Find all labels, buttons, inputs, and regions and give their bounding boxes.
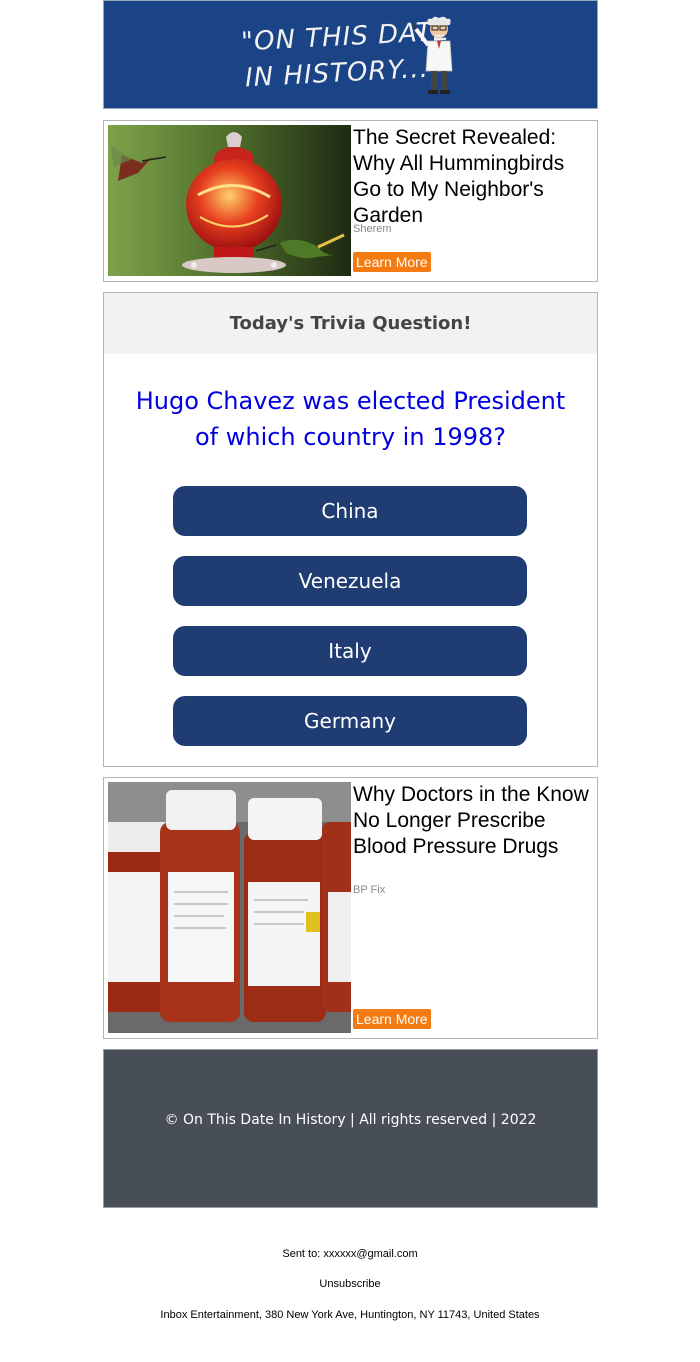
answer-button-china[interactable]: China bbox=[173, 486, 527, 536]
answer-button-venezuela[interactable]: Venezuela bbox=[173, 556, 527, 606]
sponsored-ad-hummingbirds[interactable]: The Secret Revealed: Why All Hummingbird… bbox=[103, 120, 598, 282]
learn-more-button[interactable]: Learn More bbox=[353, 1009, 431, 1029]
sent-to-text: Sent to: xxxxxx@gmail.com bbox=[282, 1248, 418, 1260]
email-header: "ON THIS DATE IN HISTORY..." bbox=[103, 0, 598, 109]
ad-source: BP Fix bbox=[353, 884, 386, 896]
learn-more-button[interactable]: Learn More bbox=[353, 252, 431, 272]
pill-bottles-image[interactable] bbox=[108, 782, 351, 1033]
sender-address: Inbox Entertainment, 380 New York Ave, H… bbox=[160, 1309, 540, 1321]
trivia-heading: Today's Trivia Question! bbox=[104, 293, 597, 354]
answer-button-italy[interactable]: Italy bbox=[173, 626, 527, 676]
trivia-question: Hugo Chavez was elected President of whi… bbox=[135, 387, 566, 451]
sponsored-ad-blood-pressure[interactable]: Why Doctors in the Know No Longer Prescr… bbox=[103, 777, 598, 1039]
hummingbird-feeder-image[interactable] bbox=[108, 125, 351, 276]
ad-source: Sherem bbox=[353, 223, 392, 235]
ad-headline[interactable]: Why Doctors in the Know No Longer Prescr… bbox=[353, 782, 593, 860]
copyright-text: © On This Date In History | All rights r… bbox=[164, 1112, 537, 1128]
unsubscribe-link[interactable]: Unsubscribe bbox=[0, 1278, 700, 1290]
trivia-section: Today's Trivia Question! Hugo Chavez was… bbox=[103, 292, 598, 767]
ad-headline[interactable]: The Secret Revealed: Why All Hummingbird… bbox=[353, 125, 593, 229]
professor-icon bbox=[414, 16, 453, 94]
answer-button-germany[interactable]: Germany bbox=[173, 696, 527, 746]
email-footer: © On This Date In History | All rights r… bbox=[103, 1049, 598, 1208]
